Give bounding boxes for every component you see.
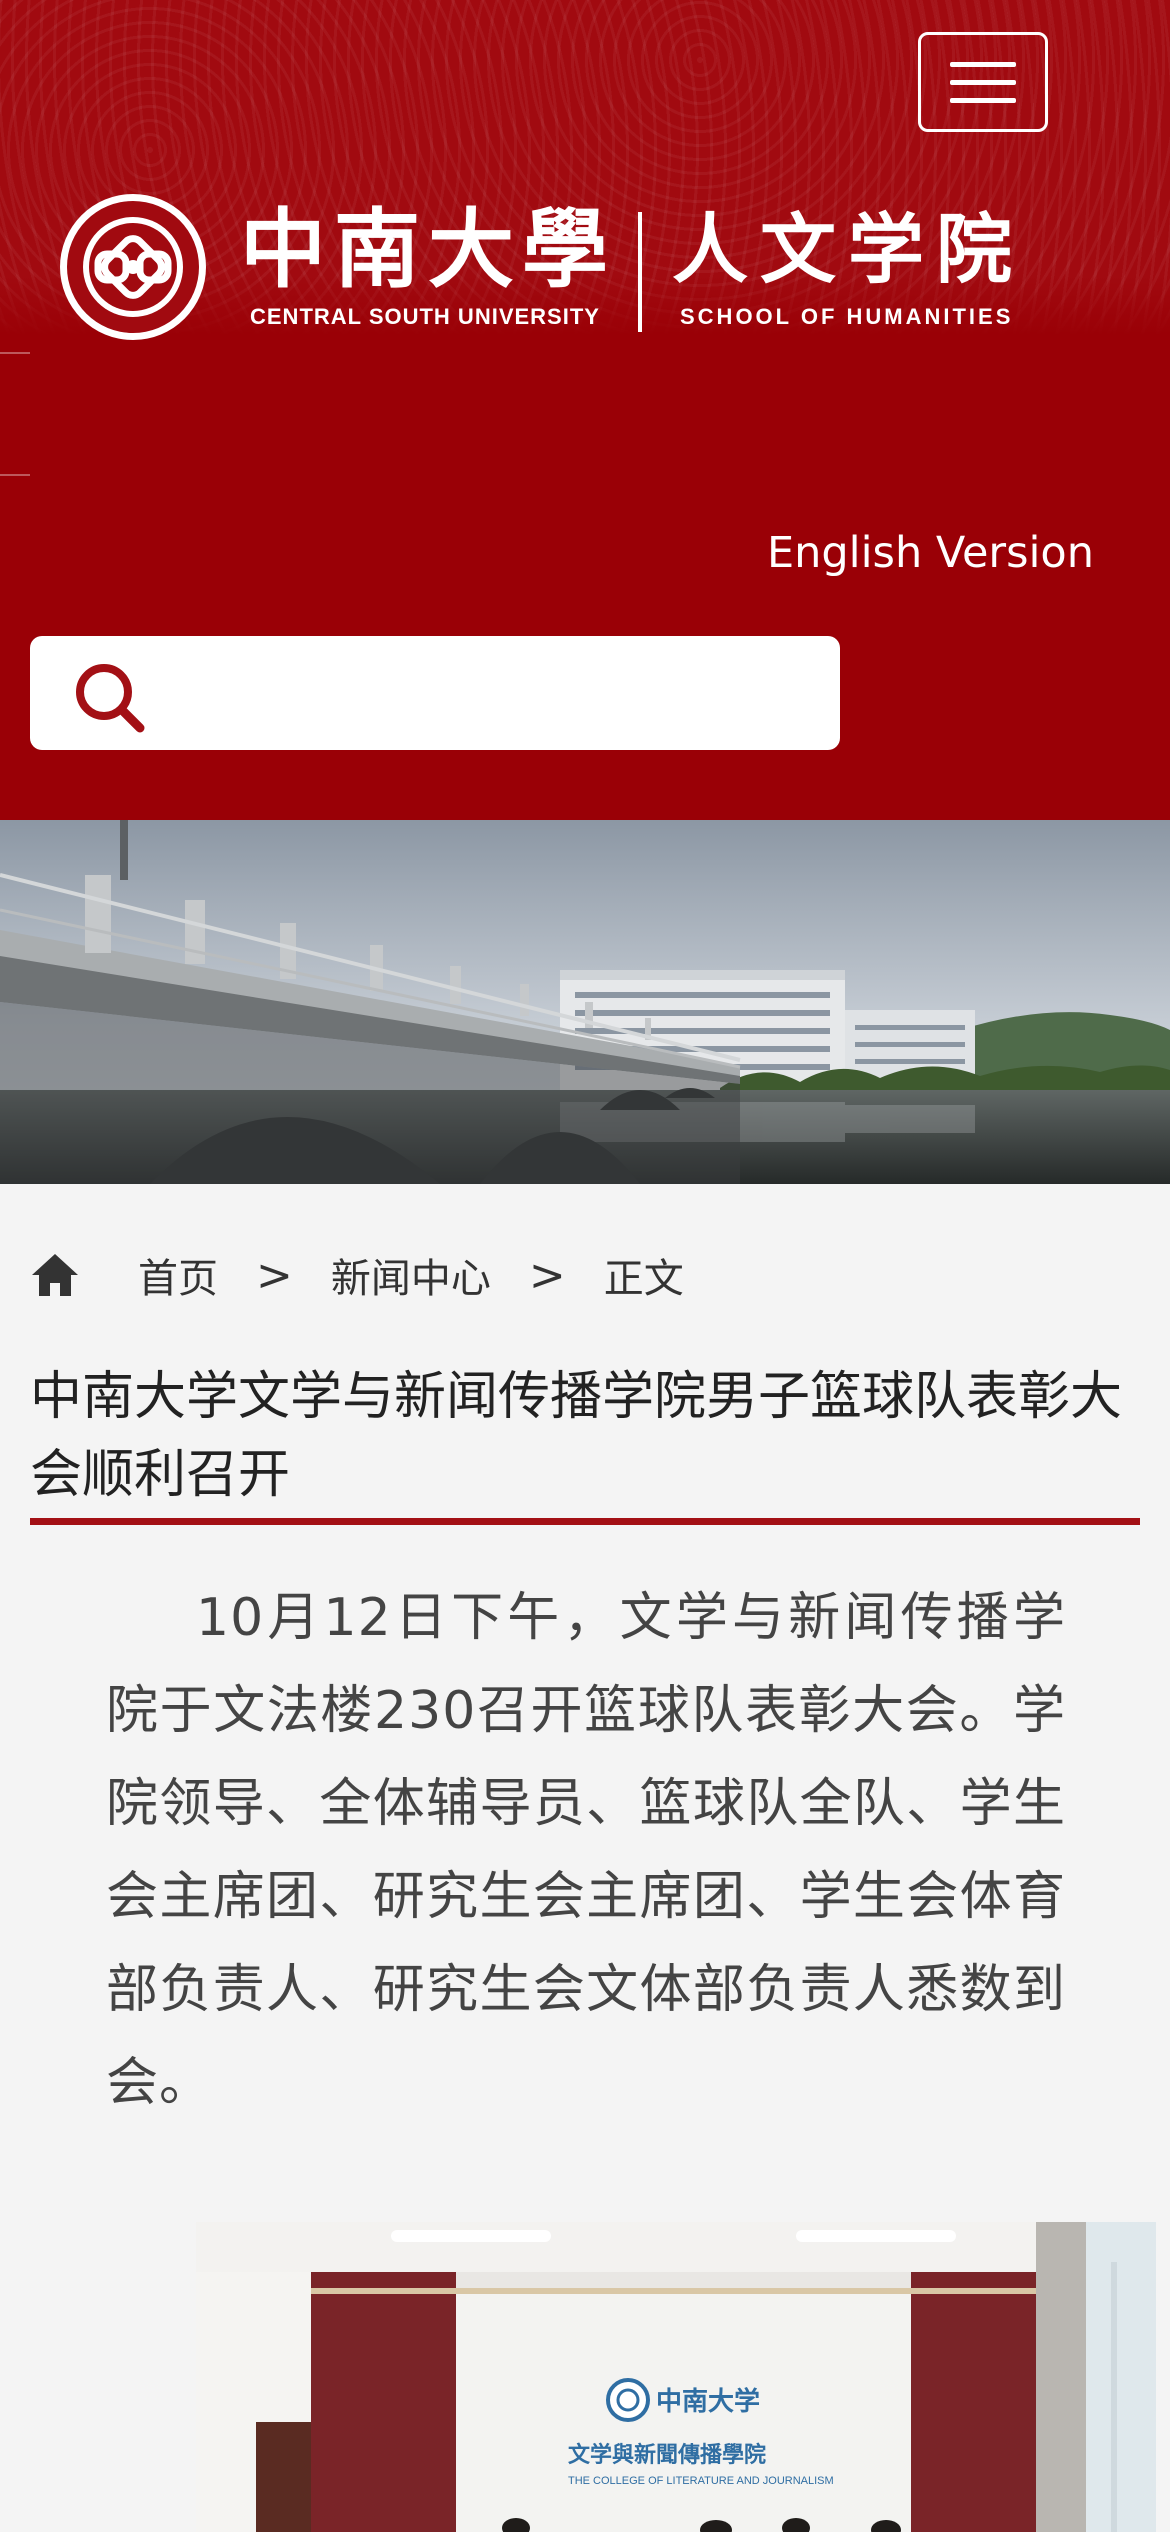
search-input[interactable]	[180, 650, 814, 734]
article-title: 中南大学文学与新闻传播学院男子篮球队表彰大会顺利召开	[30, 1367, 1123, 1505]
school-name-cn: 人文学院	[672, 205, 1024, 294]
university-name-en: CENTRAL SOUTH UNIVERSITY	[250, 304, 600, 329]
hamburger-bar	[950, 79, 1016, 85]
side-tick	[0, 474, 30, 476]
hamburger-bar	[950, 97, 1016, 103]
university-name-cn: 中南大學	[240, 199, 616, 300]
site-logo[interactable]: 中南大學 CENTRAL SOUTH UNIVERSITY 人文学院 SCHOO…	[58, 192, 1028, 347]
breadcrumb-home-link[interactable]: 首页	[138, 1246, 218, 1304]
english-version-link[interactable]: English Version	[767, 528, 1094, 578]
article-photo: 中南大学 文学與新聞傳播學院 THE COLLEGE OF LITERATURE…	[196, 2222, 1156, 2532]
university-seal-icon	[60, 194, 206, 340]
search-underline	[180, 744, 810, 748]
breadcrumb: 首页 > 新闻中心 > 正文	[30, 1240, 684, 1310]
side-tick	[0, 352, 30, 354]
meeting-room-scene: 中南大学 文学與新聞傳播學院 THE COLLEGE OF LITERATURE…	[196, 2222, 1156, 2532]
menu-button[interactable]	[918, 32, 1048, 132]
title-divider	[30, 1518, 1140, 1525]
breadcrumb-separator: >	[256, 1249, 293, 1301]
hamburger-bar	[950, 61, 1016, 67]
home-icon[interactable]	[30, 1252, 80, 1298]
photo-sign-college-en: THE COLLEGE OF LITERATURE AND JOURNALISM	[568, 2475, 834, 2487]
breadcrumb-separator: >	[528, 1249, 566, 1301]
article-paragraph: 10月12日下午，文学与新闻传播学院于文法楼230召开篮球队表彰大会。学院领导、…	[106, 1588, 1066, 2113]
school-name-en: SCHOOL OF HUMANITIES	[680, 304, 1014, 329]
breadcrumb-news-link[interactable]: 新闻中心	[331, 1246, 491, 1304]
breadcrumb-current: 正文	[603, 1256, 684, 1302]
campus-banner-image	[0, 820, 1170, 1184]
campus-scene	[0, 820, 1170, 1184]
search-box[interactable]	[30, 636, 840, 750]
logo-divider	[638, 212, 642, 332]
photo-sign-college: 文学與新聞傳播學院	[568, 2442, 766, 2468]
photo-sign-university: 中南大学	[656, 2386, 760, 2417]
search-icon[interactable]	[70, 658, 150, 738]
site-header: 中南大學 CENTRAL SOUTH UNIVERSITY 人文学院 SCHOO…	[0, 0, 1170, 820]
